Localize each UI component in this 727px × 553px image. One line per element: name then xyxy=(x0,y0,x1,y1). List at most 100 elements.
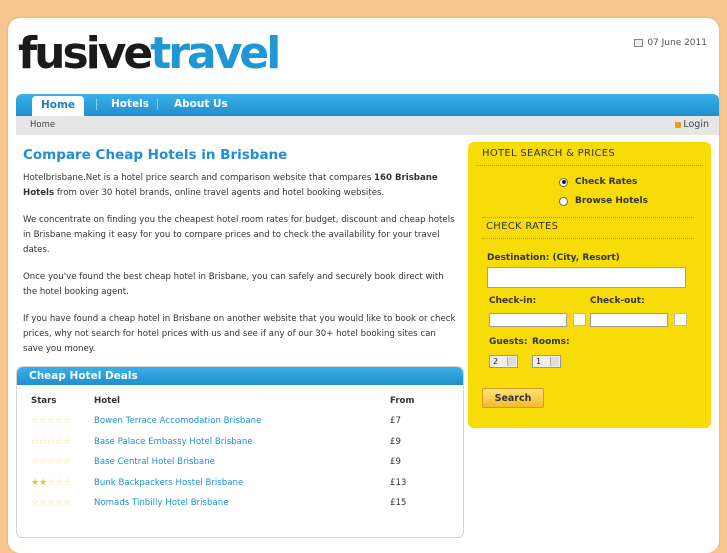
radio-browse-hotels[interactable]: Browse Hotels xyxy=(559,196,648,206)
intro-paragraph: Once you've found the best cheap hotel i… xyxy=(23,272,444,297)
star-rating: ☆ ☆ ☆ ☆ ☆ xyxy=(31,411,94,432)
stars: ★ ★ ☆ ☆ ☆ xyxy=(31,477,71,488)
star-empty-icon: ☆ xyxy=(47,436,56,447)
star-empty-icon: ☆ xyxy=(39,416,48,427)
hotel-link[interactable]: Base Central Hotel Brisbane xyxy=(94,457,215,467)
hotel-link[interactable]: Nomads Tinbilly Hotel Brisbane xyxy=(94,498,229,508)
check-rates-heading: CHECK RATES xyxy=(486,221,559,232)
star-rating: ☆ ☆ ☆ ☆ ☆ xyxy=(31,493,94,514)
date-display: 07 June 2011 xyxy=(634,38,707,48)
star-empty-icon: ☆ xyxy=(31,436,40,447)
deals-title: Cheap Hotel Deals xyxy=(17,367,463,385)
intro-text-a: Hotelbrisbane.Net is a hotel price searc… xyxy=(23,173,375,183)
login-link[interactable]: Login xyxy=(675,119,709,130)
hotel-cell: Nomads Tinbilly Hotel Brisbane xyxy=(94,493,390,514)
hotel-cell: Bowen Terrace Accomodation Brisbane xyxy=(94,411,390,432)
site-logo[interactable]: fusive travel xyxy=(18,28,281,80)
page-title: Compare Cheap Hotels in Brisbane xyxy=(23,147,288,163)
calendar-icon[interactable] xyxy=(674,313,687,326)
header-hotel: Hotel xyxy=(94,396,120,406)
hotel-cell: Base Central Hotel Brisbane xyxy=(94,452,390,473)
star-rating: ★ ★ ☆ ☆ ☆ xyxy=(31,473,94,494)
destination-input[interactable] xyxy=(487,267,686,288)
star-empty-icon: ☆ xyxy=(47,416,56,427)
breadcrumb-home[interactable]: Home xyxy=(30,120,55,130)
price-cell: £15 xyxy=(390,498,407,509)
page: fusive travel 07 June 2011 Home Hotels Ab… xyxy=(8,18,719,553)
table-row: ★ ★ ☆ ☆ ☆ Bunk Backpackers Hostel Brisbane £13 xyxy=(31,473,414,494)
radio-button[interactable] xyxy=(559,177,568,187)
deals-table: Stars Hotel From ☆ ☆ ☆ ☆ ☆ Bowen Terrace Acco… xyxy=(31,391,414,514)
hotel-link[interactable]: Bunk Backpackers Hostel Brisbane xyxy=(94,478,243,488)
hotel-cell: Base Palace Embassy Hotel Brisbane xyxy=(94,432,390,453)
hotel-cell: Bunk Backpackers Hostel Brisbane xyxy=(94,473,390,494)
breadcrumb: Home Login xyxy=(16,116,719,135)
chevron-down-icon xyxy=(507,357,516,366)
table-row: ☆ ☆ ☆ ☆ ☆ Bowen Terrace Accomodation Brisbane… xyxy=(31,411,414,432)
radio-button[interactable] xyxy=(559,196,568,206)
intro-paragraph: If you have found a cheap hotel in Brisb… xyxy=(23,314,456,354)
star-empty-icon: ☆ xyxy=(55,436,64,447)
star-empty-icon: ☆ xyxy=(39,436,48,447)
price-cell: £9 xyxy=(390,436,401,447)
calendar-icon xyxy=(634,39,644,47)
calendar-icon[interactable] xyxy=(573,313,586,326)
star-empty-icon: ☆ xyxy=(47,457,56,468)
star-empty-icon: ☆ xyxy=(31,457,40,468)
radio-check-rates[interactable]: Check Rates xyxy=(559,177,637,187)
star-empty-icon: ☆ xyxy=(55,498,64,509)
nav-about[interactable]: About Us xyxy=(174,94,228,116)
star-empty-icon: ☆ xyxy=(55,457,64,468)
table-row: ☆ ☆ ☆ ☆ ☆ Base Central Hotel Brisbane £9 xyxy=(31,452,414,473)
divider xyxy=(476,165,703,166)
divider xyxy=(482,238,694,239)
price-cell: £13 xyxy=(390,477,407,488)
logo-part-2: travel xyxy=(150,28,281,79)
stars: ☆ ☆ ☆ ☆ ☆ xyxy=(31,499,71,508)
star-empty-icon: ☆ xyxy=(63,457,72,468)
star-empty-icon: ☆ xyxy=(55,477,64,488)
header-from: From xyxy=(390,396,415,406)
hotel-deals-panel: Cheap Hotel Deals Stars Hotel From ☆ ☆ ☆ ☆ ☆… xyxy=(16,366,464,538)
star-empty-icon: ☆ xyxy=(55,416,64,427)
star-empty-icon: ☆ xyxy=(31,498,40,509)
intro-text: Hotelbrisbane.Net is a hotel price searc… xyxy=(23,171,458,369)
star-empty-icon: ☆ xyxy=(47,498,56,509)
divider xyxy=(482,217,694,218)
table-header-row: Stars Hotel From xyxy=(31,391,414,411)
stars: ☆ ☆ ☆ ☆ ☆ xyxy=(31,436,72,447)
nav-hotels[interactable]: Hotels xyxy=(111,94,149,116)
search-heading: HOTEL SEARCH & PRICES xyxy=(482,148,616,159)
stars: ☆ ☆ ☆ ☆ ☆ xyxy=(31,417,71,426)
header-stars: Stars xyxy=(31,396,57,406)
checkin-label: Check-in: xyxy=(489,296,537,306)
search-button[interactable]: Search xyxy=(482,388,544,408)
nav-home[interactable]: Home xyxy=(32,96,84,116)
intro-text-b: from over 30 hotel brands, online travel… xyxy=(54,188,385,198)
guests-select[interactable]: 2 xyxy=(489,355,518,368)
star-empty-icon: ☆ xyxy=(63,498,72,509)
date-text: 07 June 2011 xyxy=(647,38,707,48)
intro-paragraph: We concentrate on finding you the cheape… xyxy=(23,215,455,255)
checkin-input[interactable] xyxy=(489,313,567,327)
hotel-link[interactable]: Base Palace Embassy Hotel Brisbane xyxy=(94,437,253,447)
price-cell: £7 xyxy=(390,416,401,427)
main-nav: Home Hotels About Us xyxy=(16,94,719,116)
checkout-input[interactable] xyxy=(590,313,668,327)
star-rating: ☆ ☆ ☆ ☆ ☆ xyxy=(31,452,94,473)
guests-value: 2 xyxy=(493,357,499,366)
rooms-label: Rooms: xyxy=(532,337,570,347)
hotel-link[interactable]: Bowen Terrace Accomodation Brisbane xyxy=(94,416,261,426)
table-row: ☆ ☆ ☆ ☆ ☆ Base Palace Embassy Hotel Brisbane £… xyxy=(31,432,414,453)
rooms-select[interactable]: 1 xyxy=(532,355,561,368)
login-label: Login xyxy=(683,119,709,130)
star-filled-icon: ★ xyxy=(39,477,48,488)
star-empty-icon: ☆ xyxy=(63,436,72,447)
rooms-value: 1 xyxy=(536,357,542,366)
logo-part-1: fusive xyxy=(18,28,153,79)
star-empty-icon: ☆ xyxy=(31,416,40,427)
star-empty-icon: ☆ xyxy=(39,498,48,509)
lock-icon xyxy=(675,121,682,128)
chevron-down-icon xyxy=(550,357,559,366)
star-empty-icon: ☆ xyxy=(47,477,56,488)
